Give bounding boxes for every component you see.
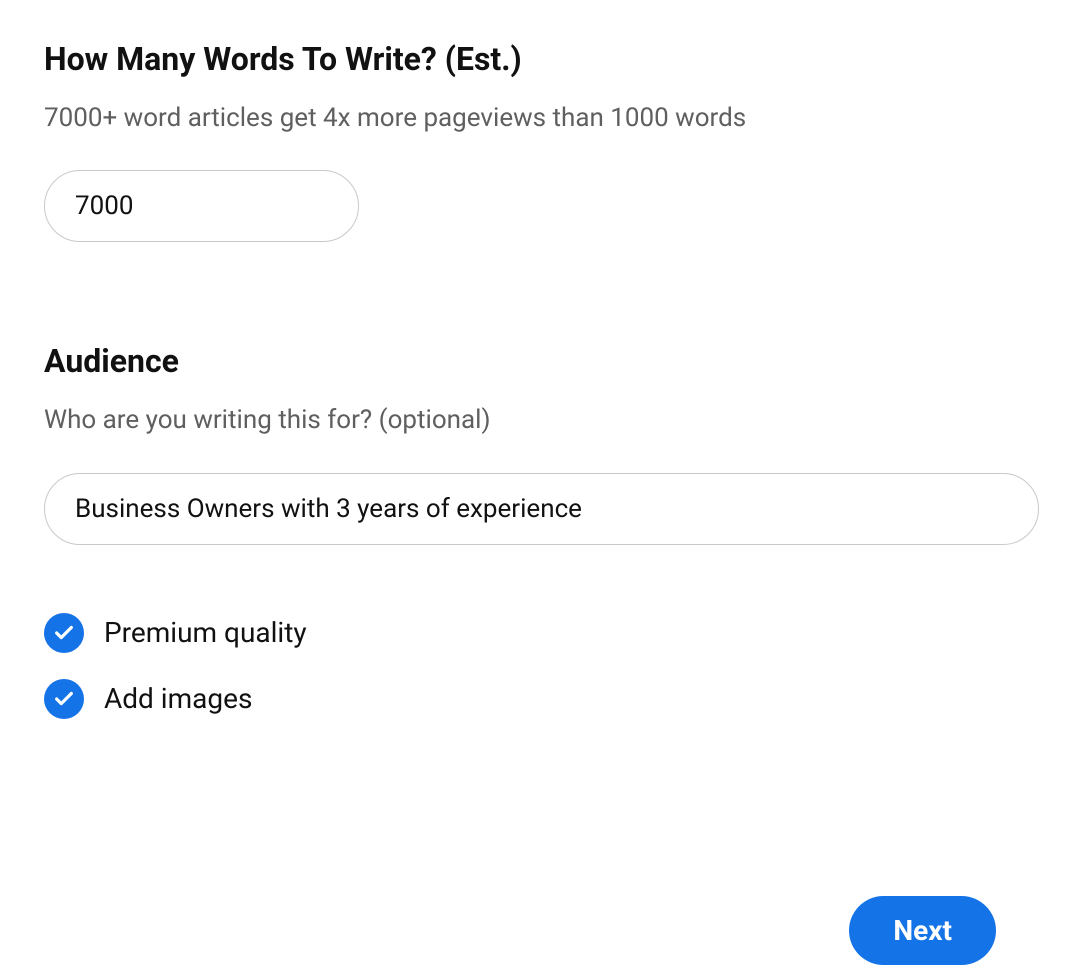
- audience-subtitle: Who are you writing this for? (optional): [44, 402, 1040, 438]
- word-count-input[interactable]: [44, 170, 359, 242]
- audience-input[interactable]: [44, 473, 1039, 545]
- next-button[interactable]: Next: [849, 896, 996, 965]
- audience-title: Audience: [44, 342, 1040, 380]
- word-count-subtitle: 7000+ word articles get 4x more pageview…: [44, 100, 1040, 136]
- word-count-title: How Many Words To Write? (Est.): [44, 40, 1040, 78]
- add-images-checkbox[interactable]: Add images: [44, 679, 1040, 719]
- check-circle-icon: [44, 613, 84, 653]
- add-images-label: Add images: [104, 682, 252, 715]
- check-circle-icon: [44, 679, 84, 719]
- premium-quality-checkbox[interactable]: Premium quality: [44, 613, 1040, 653]
- premium-quality-label: Premium quality: [104, 616, 307, 649]
